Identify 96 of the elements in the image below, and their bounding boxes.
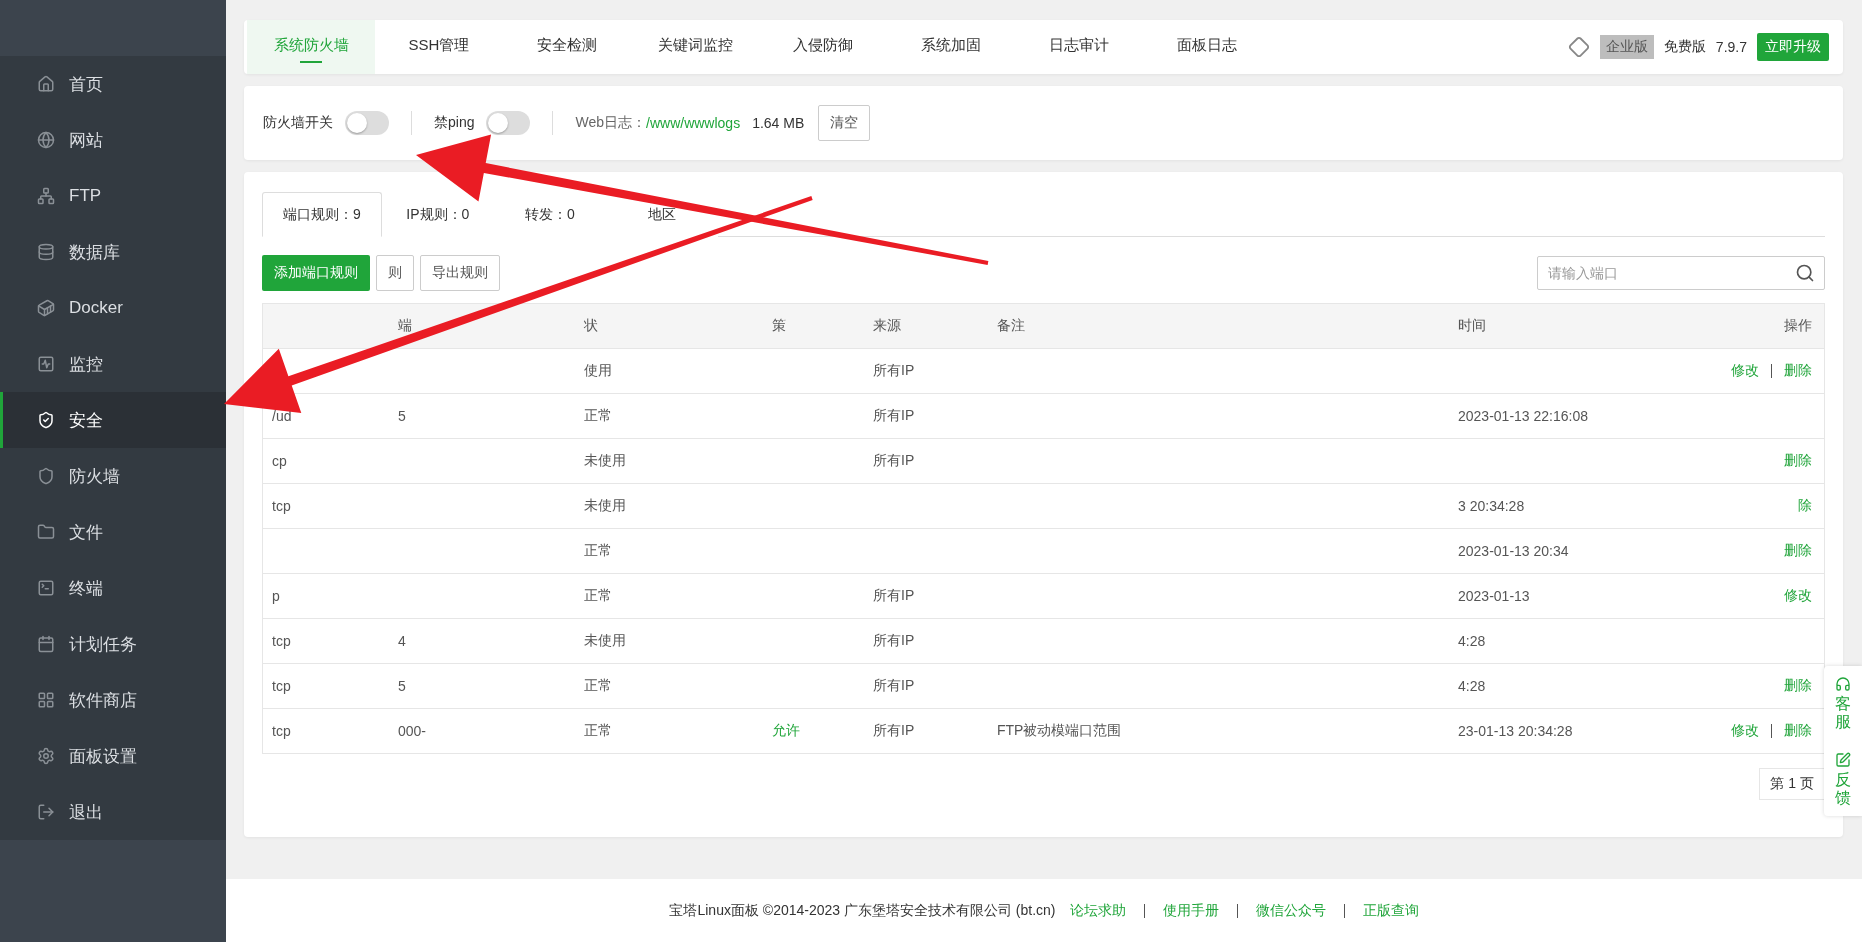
column-header: 来源 (873, 317, 901, 333)
sidebar-item[interactable]: 首页 (0, 56, 226, 112)
table-cell: 使用 (584, 362, 612, 378)
settings-icon (37, 747, 55, 765)
sidebar-item[interactable]: FTP (0, 168, 226, 224)
nav-tab[interactable]: 安全检测 (503, 20, 631, 74)
switch-label: 禁ping (434, 114, 475, 132)
sidebar-item[interactable]: 监控 (0, 336, 226, 392)
sidebar-item[interactable]: 网站 (0, 112, 226, 168)
table-cell: 正常 (584, 407, 612, 423)
table-cell: 正常 (584, 542, 612, 558)
column-header: 备注 (997, 317, 1025, 333)
shield-icon (37, 467, 55, 485)
rule-button[interactable]: 导出规则 (420, 255, 500, 291)
table-cell: 正常 (584, 722, 612, 738)
table-cell: tcp (272, 498, 291, 514)
sidebar-item[interactable]: Docker (0, 280, 226, 336)
search-icon (1795, 263, 1815, 283)
sidebar-item[interactable]: 数据库 (0, 224, 226, 280)
search-field[interactable]: 请输入端口 (1537, 256, 1825, 290)
column-header: 状 (584, 317, 598, 333)
table-cell: 3 20:34:28 (1458, 498, 1525, 514)
switch-label: 防火墙开关 (263, 114, 333, 132)
log-size: 1.64 MB (752, 115, 805, 131)
sidebar-item[interactable]: 安全 (0, 392, 226, 448)
globe-icon (37, 131, 55, 149)
table-cell: 未使用 (584, 497, 626, 513)
calendar-icon (37, 635, 55, 653)
table-cell: 5 (398, 408, 406, 424)
table-cell: FTP被动模端口范围 (997, 722, 1122, 738)
folder-icon (37, 523, 55, 541)
terminal-icon (37, 579, 55, 597)
nav-tab[interactable]: 面板日志 (1143, 20, 1271, 74)
table-cell: 正常 (584, 677, 612, 693)
table-cell: 4:28 (1458, 678, 1486, 694)
table-cell: 2023-01-13 (1458, 588, 1530, 604)
column-header: 策 (772, 317, 786, 333)
network-icon (37, 187, 55, 205)
table-cell: 所有IP (873, 407, 915, 423)
table-cell: tcp (272, 723, 291, 739)
nav-tab[interactable]: SSH管理 (375, 20, 503, 74)
grid-icon (37, 691, 55, 709)
table-cell: 允许 (772, 722, 800, 738)
table-cell: 5 (398, 678, 406, 694)
database-icon (37, 243, 55, 261)
edition-label: 免费版 (1663, 38, 1706, 56)
shield-check-icon (37, 411, 55, 429)
version-label: 7.9.7 (1715, 39, 1747, 55)
table-cell: 2023-01-13 22:16:08 (1458, 408, 1588, 424)
table-cell: 所有IP (873, 677, 915, 693)
diamond-icon (1567, 36, 1590, 58)
toggle-switch[interactable] (345, 111, 389, 135)
nav-tab[interactable]: 日志审计 (1015, 20, 1143, 74)
chart-icon (37, 355, 55, 373)
table-cell: 未使用 (584, 452, 626, 468)
sidebar-item[interactable]: 退出 (0, 784, 226, 840)
table-cell: p (272, 588, 280, 604)
sidebar-item[interactable]: 终端 (0, 560, 226, 616)
column-header: 端 (398, 317, 412, 333)
table-cell: 000- (398, 723, 427, 739)
log-label: Web日志： (575, 114, 646, 132)
table-cell: 4 (398, 633, 406, 649)
nav-tab[interactable]: 入侵防御 (759, 20, 887, 74)
sidebar-item[interactable]: 文件 (0, 504, 226, 560)
rule-button[interactable]: 则 (376, 255, 414, 291)
column-header: 时间 (1458, 317, 1486, 333)
table-cell: 2023-01-13 20:34 (1458, 543, 1569, 559)
nav-tab[interactable]: 关键词监控 (631, 20, 759, 74)
headset-icon (1835, 676, 1851, 692)
table-cell: tcp (272, 678, 291, 694)
table-cell: 所有IP (873, 362, 915, 378)
table-cell: 所有IP (873, 452, 915, 468)
sidebar-item[interactable]: 面板设置 (0, 728, 226, 784)
table-cell: 4:28 (1458, 633, 1486, 649)
clear-button[interactable]: 清空 (818, 105, 871, 141)
table-cell: 所有IP (873, 587, 915, 603)
table-cell: 所有IP (873, 722, 915, 738)
table-cell: 23-01-13 20:34:28 (1458, 723, 1573, 739)
table-cell: tcp (272, 633, 291, 649)
column-header: 操作 (1784, 317, 1812, 335)
table-cell: 正常 (584, 587, 612, 603)
sidebar-item[interactable]: 软件商店 (0, 672, 226, 728)
edition-badge: 企业版 (1599, 35, 1654, 59)
table-cell: 所有IP (873, 632, 915, 648)
copyright-text: 宝塔Linux面板 ©2014-2023 广东堡塔安全技术有限公司 (bt.cn) (669, 901, 1056, 920)
logout-icon (37, 803, 55, 821)
nav-tab[interactable]: 系统加固 (887, 20, 1015, 74)
table-cell: /ud (272, 408, 292, 424)
toggle-switch[interactable] (486, 111, 531, 135)
table-cell: cp (272, 453, 287, 469)
sidebar-item[interactable]: 防火墙 (0, 448, 226, 504)
edit-icon (1835, 752, 1851, 769)
home-icon (37, 75, 55, 93)
sidebar-item[interactable]: 计划任务 (0, 616, 226, 672)
table-cell: 未使用 (584, 632, 626, 648)
rule-tab[interactable]: 端口规则：9 (262, 192, 382, 237)
